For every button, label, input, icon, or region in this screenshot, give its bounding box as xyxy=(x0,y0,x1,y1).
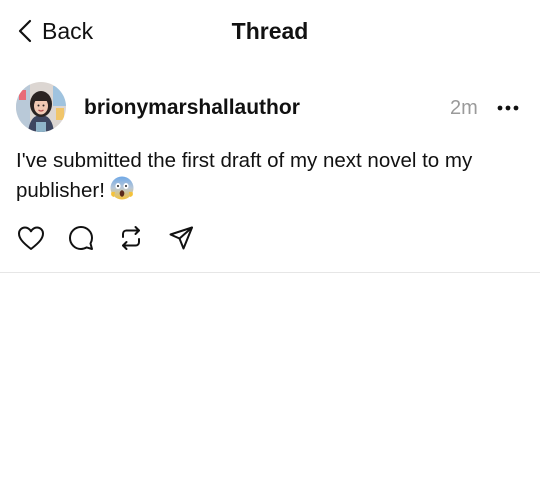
more-options-button[interactable] xyxy=(496,97,520,119)
post-actions xyxy=(16,222,216,254)
share-icon xyxy=(169,226,193,250)
post-timestamp: 2m xyxy=(450,97,478,119)
more-dots-icon xyxy=(497,105,519,111)
top-navigation-bar: Back Thread xyxy=(0,0,540,62)
repost-icon xyxy=(122,226,140,250)
face-screaming-in-fear-icon xyxy=(109,175,135,209)
page-title: Thread xyxy=(231,18,309,44)
avatar-image xyxy=(16,82,66,132)
comment-icon xyxy=(69,226,93,250)
post-username[interactable]: brionymarshallauthor xyxy=(84,95,300,121)
reply-button[interactable] xyxy=(66,223,96,253)
post-divider xyxy=(0,272,540,273)
post-body: I've submitted the first draft of my nex… xyxy=(16,149,473,202)
post-text: I've submitted the first draft of my nex… xyxy=(16,146,516,209)
heart-icon xyxy=(18,226,44,250)
share-button[interactable] xyxy=(166,223,196,253)
avatar[interactable] xyxy=(16,82,66,132)
like-button[interactable] xyxy=(16,223,46,253)
repost-button[interactable] xyxy=(116,223,146,253)
